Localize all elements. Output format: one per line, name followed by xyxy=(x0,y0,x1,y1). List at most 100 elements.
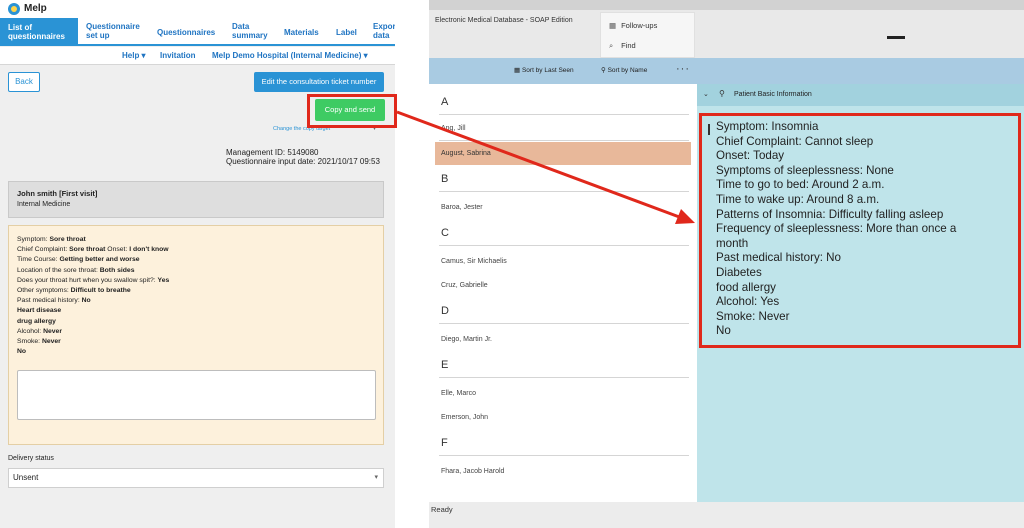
answer-line: Chief Complaint: Sore throat Onset: I do… xyxy=(17,246,169,254)
pasted-line: Patterns of Insomnia: Difficulty falling… xyxy=(716,207,944,221)
person-icon: ⚲ xyxy=(601,67,608,74)
group-divider xyxy=(439,114,689,115)
calendar-icon: ▦ xyxy=(609,21,617,30)
delivery-status-label: Delivery status xyxy=(8,455,54,462)
questionnaire-answers: Symptom: Sore throat Chief Complaint: So… xyxy=(8,225,384,445)
menu-item-find[interactable]: ⌕ Find xyxy=(609,41,636,51)
nav-label[interactable]: Label xyxy=(336,28,357,37)
more-options-icon[interactable]: ··· xyxy=(676,63,690,75)
search-icon: ⌕ xyxy=(609,41,614,50)
pasted-questionnaire-box[interactable]: Symptom: Insomnia Chief Complaint: Canno… xyxy=(699,113,1021,348)
minimize-icon[interactable] xyxy=(887,36,905,39)
answer-line: Time Course: Getting better and worse xyxy=(17,256,140,264)
list-item-selected[interactable]: August, Sabrina xyxy=(435,142,691,165)
sub-nav: Help ▾ Invitation Melp Demo Hospital (In… xyxy=(0,47,395,65)
delivery-status-value: Unsent xyxy=(13,473,39,482)
answer-line: No xyxy=(17,348,27,356)
answer-line: Does your throat hurt when you swallow s… xyxy=(17,276,170,284)
main-nav: List of questionnaires Questionnaire set… xyxy=(0,18,395,46)
list-item[interactable]: Baroa, Jester xyxy=(441,204,483,211)
comment-textarea[interactable] xyxy=(17,370,376,420)
pasted-line: Time to go to bed: Around 2 a.m. xyxy=(716,178,885,192)
patient-department: Internal Medicine xyxy=(17,201,71,208)
nav-list-of-questionnaires[interactable]: List of questionnaires xyxy=(0,18,78,46)
back-button[interactable]: Back xyxy=(8,72,40,92)
group-divider xyxy=(439,323,689,324)
menu-label: Find xyxy=(621,41,636,50)
pasted-text: Symptom: Insomnia Chief Complaint: Canno… xyxy=(716,120,1016,339)
list-item[interactable]: Emerson, John xyxy=(441,414,488,421)
edit-ticket-number-button[interactable]: Edit the consultation ticket number xyxy=(254,72,384,92)
group-divider xyxy=(439,455,689,456)
nav-label-line2: data xyxy=(373,31,390,40)
status-bar: Ready xyxy=(429,502,1024,528)
nav-label-line1: List of xyxy=(8,23,32,32)
window-titlebar: Electronic Medical Database - SOAP Editi… xyxy=(429,0,1024,58)
nav-export-data[interactable]: Export data xyxy=(373,22,395,40)
patient-name: John smith [First visit] xyxy=(17,189,98,198)
nav-label-line1: Data xyxy=(232,22,250,31)
group-letter: B xyxy=(441,173,449,185)
context-menu: ▦ Follow-ups ⌕ Find xyxy=(600,12,695,58)
list-item[interactable]: Ang, Jill xyxy=(441,125,466,132)
help-menu[interactable]: Help ▾ xyxy=(122,51,146,60)
comparison-screenshot: Melp List of questionnaires Questionnair… xyxy=(0,0,1024,528)
window-top-strip xyxy=(429,0,1024,10)
answer-line: Other symptoms: Difficult to breathe xyxy=(17,287,131,295)
pasted-line: Symptoms of sleeplessness: None xyxy=(716,163,894,177)
management-info: Management ID: 5149080 Questionnaire inp… xyxy=(226,148,380,166)
invitation-link[interactable]: Invitation xyxy=(160,51,196,60)
pasted-line: month xyxy=(716,236,749,250)
pasted-line: Chief Complaint: Cannot sleep xyxy=(716,134,874,148)
pasted-line: No xyxy=(716,324,731,338)
nav-label-line2: summary xyxy=(232,31,268,40)
group-divider xyxy=(439,245,689,246)
nav-materials[interactable]: Materials xyxy=(284,28,319,37)
list-item[interactable]: Fhara, Jacob Harold xyxy=(441,468,504,475)
nav-label-line1: Export xyxy=(373,22,395,31)
pasted-line: food allergy xyxy=(716,280,776,294)
group-letter: D xyxy=(441,305,449,317)
pasted-line: Frequency of sleeplessness: More than on… xyxy=(716,222,957,236)
nav-label-line1: Questionnaire xyxy=(86,22,140,31)
list-item[interactable]: Diego, Martin Jr. xyxy=(441,336,492,343)
nav-label-line1: Label xyxy=(336,28,357,37)
detail-header[interactable]: ⌄ ⚲ Patient Basic Information xyxy=(697,84,1024,106)
answers-text: Symptom: Sore throat Chief Complaint: So… xyxy=(17,235,169,357)
nav-data-summary[interactable]: Data summary xyxy=(232,22,268,40)
patient-card: John smith [First visit] Internal Medici… xyxy=(8,181,384,218)
group-divider xyxy=(439,377,689,378)
pasted-line: Smoke: Never xyxy=(716,309,790,323)
detail-header-title: Patient Basic Information xyxy=(734,91,812,98)
answer-line: Location of the sore throat: Both sides xyxy=(17,266,135,274)
patient-detail-pane: ⌄ ⚲ Patient Basic Information Symptom: I… xyxy=(697,84,1024,502)
app-name: Melp xyxy=(24,3,47,14)
answer-line: Symptom: Sore throat xyxy=(17,236,86,243)
sort-name-button[interactable]: ⚲ Sort by Name xyxy=(601,66,647,74)
nav-questionnaires[interactable]: Questionnaires xyxy=(157,28,215,37)
answer-line: Past medical history: No xyxy=(17,297,91,305)
delivery-status-select[interactable]: Unsent ▾ xyxy=(8,468,384,488)
list-item[interactable]: Cruz, Gabrielle xyxy=(441,282,488,289)
row-divider xyxy=(439,140,689,141)
group-divider xyxy=(439,191,689,192)
nav-questionnaire-set-up[interactable]: Questionnaire set up xyxy=(86,22,140,40)
menu-item-follow-ups[interactable]: ▦ Follow-ups xyxy=(609,21,657,30)
sort-last-seen-button[interactable]: ▦ Sort by Last Seen xyxy=(514,66,574,74)
list-toolbar: ▦ Sort by Last Seen ⚲ Sort by Name ··· xyxy=(429,58,1024,84)
nav-label-line2: questionnaires xyxy=(8,32,65,41)
menu-label: Follow-ups xyxy=(621,21,658,30)
copy-button-highlight xyxy=(307,94,397,128)
answer-line: Heart disease xyxy=(17,307,62,315)
pasted-line: Alcohol: Yes xyxy=(716,295,780,309)
soap-app-panel: Electronic Medical Database - SOAP Editi… xyxy=(429,0,1024,528)
window-title: Electronic Medical Database - SOAP Editi… xyxy=(435,17,573,24)
hospital-selector[interactable]: Melp Demo Hospital (Internal Medicine) ▾ xyxy=(212,51,368,60)
status-text: Ready xyxy=(431,505,453,514)
list-item[interactable]: Elle, Marco xyxy=(441,390,476,397)
pasted-line: Diabetes xyxy=(716,265,762,279)
group-letter: E xyxy=(441,359,449,371)
list-item[interactable]: Camus, Sir Michaelis xyxy=(441,258,507,265)
pasted-line: Onset: Today xyxy=(716,149,785,163)
answer-line: Alcohol: Never xyxy=(17,327,62,335)
